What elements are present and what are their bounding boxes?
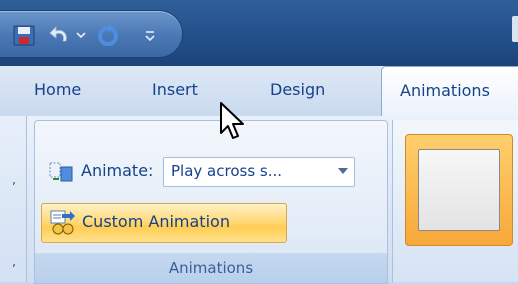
transition-group [392, 120, 518, 282]
tab-insert[interactable]: Insert [152, 80, 198, 99]
transition-preview [418, 149, 500, 231]
tab-home[interactable]: Home [34, 80, 81, 99]
animations-group-label: Animations [35, 253, 387, 283]
title-fragment [512, 16, 518, 42]
quick-access-toolbar [0, 10, 183, 58]
animate-dropdown[interactable]: Play across s... [163, 157, 355, 187]
chevron-down-icon[interactable] [74, 21, 88, 49]
animate-label: Animate: [81, 161, 154, 180]
animate-icon [49, 161, 73, 183]
previous-group-fragment: ʼ ʼ [0, 116, 27, 282]
animations-group: Animate: Play across s... Custom Animati… [34, 120, 388, 284]
custom-animation-button[interactable]: Custom Animation [41, 203, 287, 243]
tab-animations-label: Animations [400, 81, 490, 100]
previous-group-glyph: ʼ [12, 180, 16, 194]
custom-animation-icon [50, 210, 76, 236]
redo-icon[interactable] [94, 21, 122, 49]
tab-animations[interactable]: Animations [381, 66, 518, 119]
save-icon[interactable] [10, 21, 38, 49]
customize-qat-icon[interactable] [140, 21, 160, 49]
tab-design[interactable]: Design [270, 80, 325, 99]
custom-animation-label: Custom Animation [82, 212, 230, 231]
transition-thumbnail[interactable] [405, 134, 513, 246]
chevron-down-icon[interactable] [338, 168, 348, 174]
previous-group-glyph: ʼ [12, 262, 16, 276]
title-bar [0, 0, 518, 66]
undo-icon[interactable] [46, 21, 74, 49]
mouse-pointer-icon [218, 100, 250, 144]
animate-dropdown-value: Play across s... [171, 162, 283, 180]
